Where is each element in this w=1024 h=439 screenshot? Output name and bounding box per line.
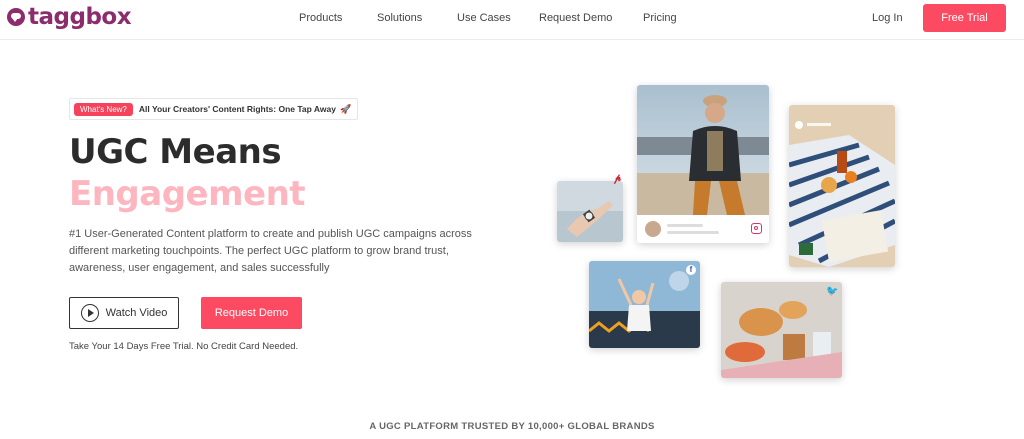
play-icon [80,304,99,322]
man-photo [637,85,769,215]
logo-icon [7,8,25,26]
nav-pricing[interactable]: Pricing [643,12,677,24]
site-header: taggbox Products Solutions Use Cases Req… [0,0,1024,40]
ugc-photo-concert: f [589,261,700,348]
rocket-icon: 🚀 [339,103,352,114]
hero-description: #1 User-Generated Content platform to cr… [69,228,472,274]
trusted-by-heading: A UGC PLATFORM TRUSTED BY 10,000+ GLOBAL… [369,421,655,432]
whats-new-text: All Your Creators' Content Rights: One T… [138,104,336,114]
ugc-photo-picnic [789,105,895,267]
instagram-icon [751,223,762,234]
hand-watch-photo [557,181,623,242]
food-photo [721,282,842,378]
trial-note: Take Your 14 Days Free Trial. No Credit … [69,341,299,352]
picnic-photo [789,105,895,267]
whats-new-badge: What's New? [74,102,133,116]
hero-title-line1: UGC Means [69,132,282,172]
nav-use-cases[interactable]: Use Cases [457,12,511,24]
ugc-photo-hand [557,181,623,242]
ugc-post-card-man [637,85,769,243]
whats-new-banner[interactable]: What's New? All Your Creators' Content R… [69,98,359,120]
watch-video-button[interactable]: Watch Video [69,297,179,329]
concert-photo [589,261,700,348]
login-link[interactable]: Log In [872,12,903,24]
free-trial-button[interactable]: Free Trial [923,4,1006,32]
watch-video-label: Watch Video [105,307,168,319]
nav-solutions[interactable]: Solutions [377,12,422,24]
request-demo-button[interactable]: Request Demo [201,297,302,329]
pinterest-icon: 𝓅 [614,173,622,184]
logo-text: taggbox [28,4,132,30]
nav-products[interactable]: Products [299,12,342,24]
hero-title-line2: Engagement [69,174,306,214]
twitter-icon: 🐦 [826,286,839,297]
nav-request-demo[interactable]: Request Demo [539,12,612,24]
logo[interactable]: taggbox [7,4,132,30]
facebook-icon: f [686,265,696,275]
avatar [645,221,661,237]
ugc-photo-food: 🐦 [721,282,842,378]
